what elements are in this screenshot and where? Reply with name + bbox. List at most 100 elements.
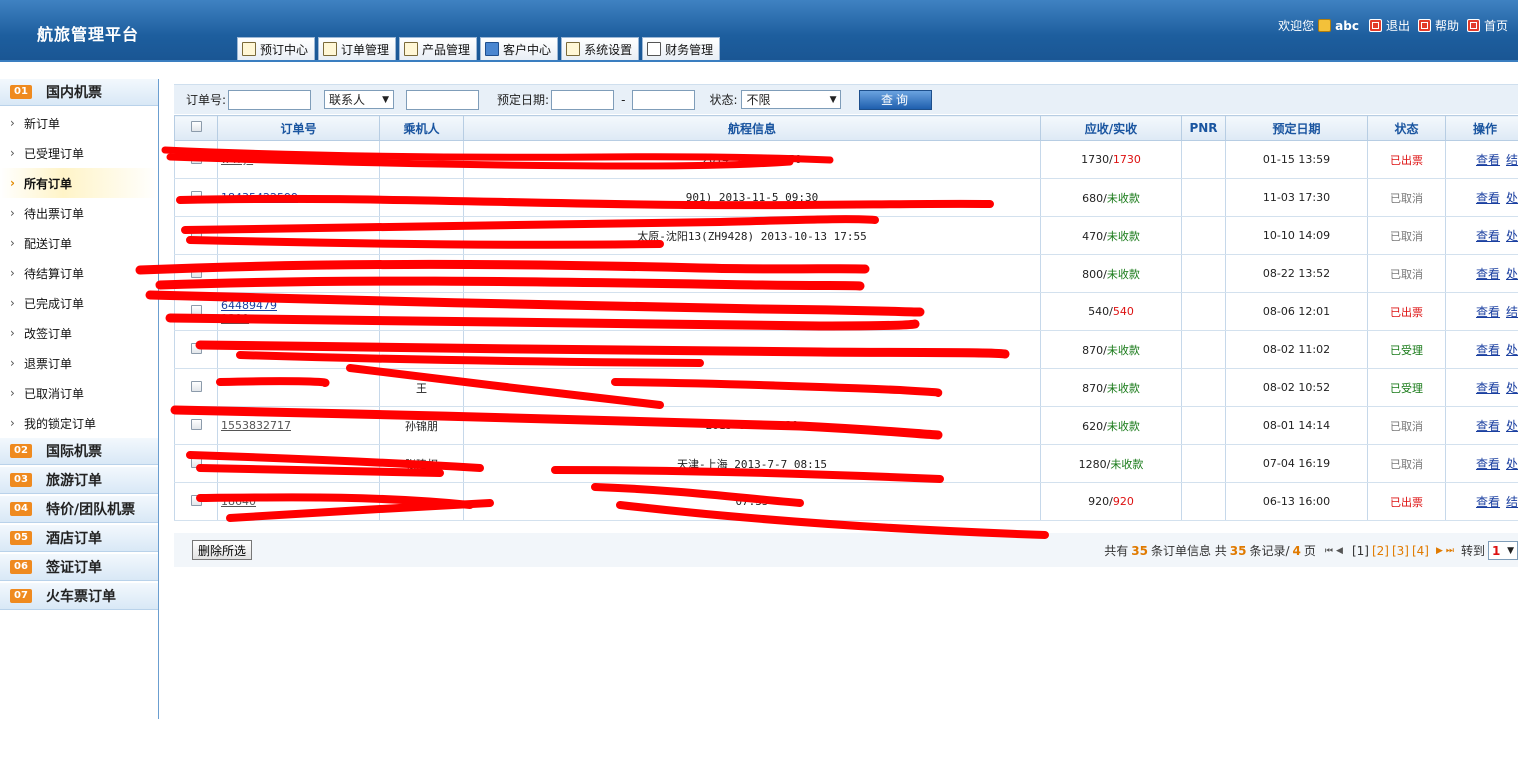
pnr-cell <box>1181 444 1226 483</box>
tab-system-settings[interactable]: 系统设置 <box>561 37 640 60</box>
order-no-cell: 64489479 1300 <box>217 292 380 331</box>
sidebar-item-delivery-orders[interactable]: › 配送订单 <box>0 228 158 258</box>
delete-selected-button[interactable]: 删除所选 <box>192 540 253 560</box>
row-checkbox[interactable] <box>190 380 202 392</box>
row-select-cell[interactable] <box>174 292 218 331</box>
select-all-checkbox[interactable] <box>190 121 202 132</box>
amount-cell: 870/未收款 <box>1040 368 1182 407</box>
view-link[interactable]: 查看 <box>1476 229 1500 243</box>
row-select-cell[interactable] <box>174 216 218 255</box>
row-checkbox[interactable] <box>190 342 202 354</box>
page-link-3[interactable]: [3] <box>1392 544 1409 558</box>
tab-customer-center[interactable]: 客户中心 <box>480 37 559 60</box>
sidebar-item-accepted-orders[interactable]: › 已受理订单 <box>0 138 158 168</box>
help-icon[interactable] <box>1417 19 1431 32</box>
process-link[interactable]: 处 <box>1506 267 1518 281</box>
process-link[interactable]: 处 <box>1506 191 1518 205</box>
row-select-cell[interactable] <box>174 406 218 445</box>
logout-link[interactable]: 退出 <box>1386 17 1410 34</box>
status-label: 状态: <box>709 93 738 107</box>
last-page-icon[interactable]: ⏭ <box>1446 546 1454 556</box>
view-link[interactable]: 查看 <box>1476 419 1500 433</box>
sidebar-section-train[interactable]: 07 火车票订单 <box>0 583 158 610</box>
view-link[interactable]: 查看 <box>1476 381 1500 395</box>
home-icon[interactable] <box>1466 19 1480 32</box>
status-cell: 已出票 <box>1367 140 1446 179</box>
sidebar-section-visa[interactable]: 06 签证订单 <box>0 554 158 581</box>
row-checkbox[interactable] <box>190 190 202 202</box>
help-link[interactable]: 帮助 <box>1435 17 1459 34</box>
status-select[interactable]: 不限 ▼ <box>741 90 842 109</box>
date-to-input[interactable] <box>632 89 696 110</box>
tab-finance-management[interactable]: 财务管理 <box>642 37 721 60</box>
view-link[interactable]: 查看 <box>1476 343 1500 357</box>
row-select-cell[interactable] <box>174 482 218 521</box>
sidebar-section-international[interactable]: 02 国际机票 <box>0 438 158 465</box>
row-select-cell[interactable] <box>174 140 218 179</box>
order-no-input[interactable] <box>228 89 312 110</box>
goto-page-select[interactable]: 1 ▼ <box>1488 541 1518 560</box>
process-link[interactable]: 结 <box>1506 153 1518 167</box>
row-checkbox[interactable] <box>190 494 202 506</box>
contact-type-select[interactable]: 联系人 ▼ <box>324 90 395 109</box>
row-select-cell[interactable] <box>174 368 218 407</box>
sidebar-section-hotel[interactable]: 05 酒店订单 <box>0 525 158 552</box>
next-page-icon[interactable]: ▶ <box>1436 546 1443 556</box>
view-link[interactable]: 查看 <box>1476 457 1500 471</box>
select-all-header[interactable] <box>174 115 218 141</box>
date-from-input[interactable] <box>551 89 615 110</box>
process-link[interactable]: 处 <box>1506 381 1518 395</box>
sidebar-item-new-orders[interactable]: › 新订单 <box>0 108 158 138</box>
process-link[interactable]: 处 <box>1506 457 1518 471</box>
process-link[interactable]: 处 <box>1506 343 1518 357</box>
first-page-icon[interactable]: ⏮ <box>1325 546 1333 556</box>
table-row: 王 870/未收款 08-02 10:52 已受理 查看处 <box>174 368 1518 407</box>
process-link[interactable]: 处 <box>1506 419 1518 433</box>
order-no-link[interactable]: 18435422599 <box>221 191 379 204</box>
process-link[interactable]: 处 <box>1506 229 1518 243</box>
view-link[interactable]: 查看 <box>1476 267 1500 281</box>
row-select-cell[interactable] <box>174 444 218 483</box>
sidebar-item-refund-orders[interactable]: › 退票订单 <box>0 348 158 378</box>
page-link-2[interactable]: [2] <box>1372 544 1389 558</box>
tab-product-management[interactable]: 产品管理 <box>399 37 478 60</box>
pages-suffix: 页 <box>1303 544 1316 558</box>
row-select-cell[interactable] <box>174 330 218 369</box>
view-link[interactable]: 查看 <box>1476 191 1500 205</box>
page-link-1[interactable]: [1] <box>1352 544 1369 558</box>
sidebar-item-cancelled-orders[interactable]: › 已取消订单 <box>0 378 158 408</box>
order-no-link[interactable]: 64489479 <box>221 299 379 312</box>
row-checkbox[interactable] <box>190 418 202 430</box>
sidebar-item-completed-orders[interactable]: › 已完成订单 <box>0 288 158 318</box>
row-select-cell[interactable] <box>174 254 218 293</box>
process-link[interactable]: 结 <box>1506 495 1518 509</box>
contact-input[interactable] <box>406 89 480 110</box>
row-checkbox[interactable] <box>190 152 202 164</box>
sidebar-section-special-group[interactable]: 04 特价/团队机票 <box>0 496 158 523</box>
row-checkbox[interactable] <box>190 266 202 278</box>
tab-order-management[interactable]: 订单管理 <box>318 37 397 60</box>
sidebar-item-locked-orders[interactable]: › 我的锁定订单 <box>0 408 158 438</box>
sidebar-item-pending-ticket[interactable]: › 待出票订单 <box>0 198 158 228</box>
prev-page-icon[interactable]: ◀ <box>1336 546 1343 556</box>
tab-booking-center[interactable]: 预订中心 <box>237 37 316 60</box>
row-checkbox[interactable] <box>190 456 202 468</box>
view-link[interactable]: 查看 <box>1476 153 1500 167</box>
sidebar-item-pending-settlement[interactable]: › 待结算订单 <box>0 258 158 288</box>
sidebar-section-travel[interactable]: 03 旅游订单 <box>0 467 158 494</box>
sidebar-item-change-orders[interactable]: › 改签订单 <box>0 318 158 348</box>
row-select-cell[interactable] <box>174 178 218 217</box>
row-checkbox[interactable] <box>190 304 202 316</box>
logout-icon[interactable] <box>1368 19 1382 32</box>
page-link-4[interactable]: [4] <box>1412 544 1429 558</box>
sidebar-section-domestic[interactable]: 01 国内机票 <box>0 79 158 106</box>
table-row: 18435422599 901) 2013-11-5 09:30 680/未收款 11… <box>174 178 1518 217</box>
row-checkbox[interactable] <box>190 228 202 240</box>
sidebar-item-all-orders[interactable]: › 所有订单 <box>0 168 158 198</box>
home-link[interactable]: 首页 <box>1484 17 1508 34</box>
booking-date-cell: 08-01 14:14 <box>1225 406 1368 445</box>
view-link[interactable]: 查看 <box>1476 305 1500 319</box>
process-link[interactable]: 结 <box>1506 305 1518 319</box>
view-link[interactable]: 查看 <box>1476 495 1500 509</box>
query-button[interactable]: 查询 <box>859 89 933 110</box>
